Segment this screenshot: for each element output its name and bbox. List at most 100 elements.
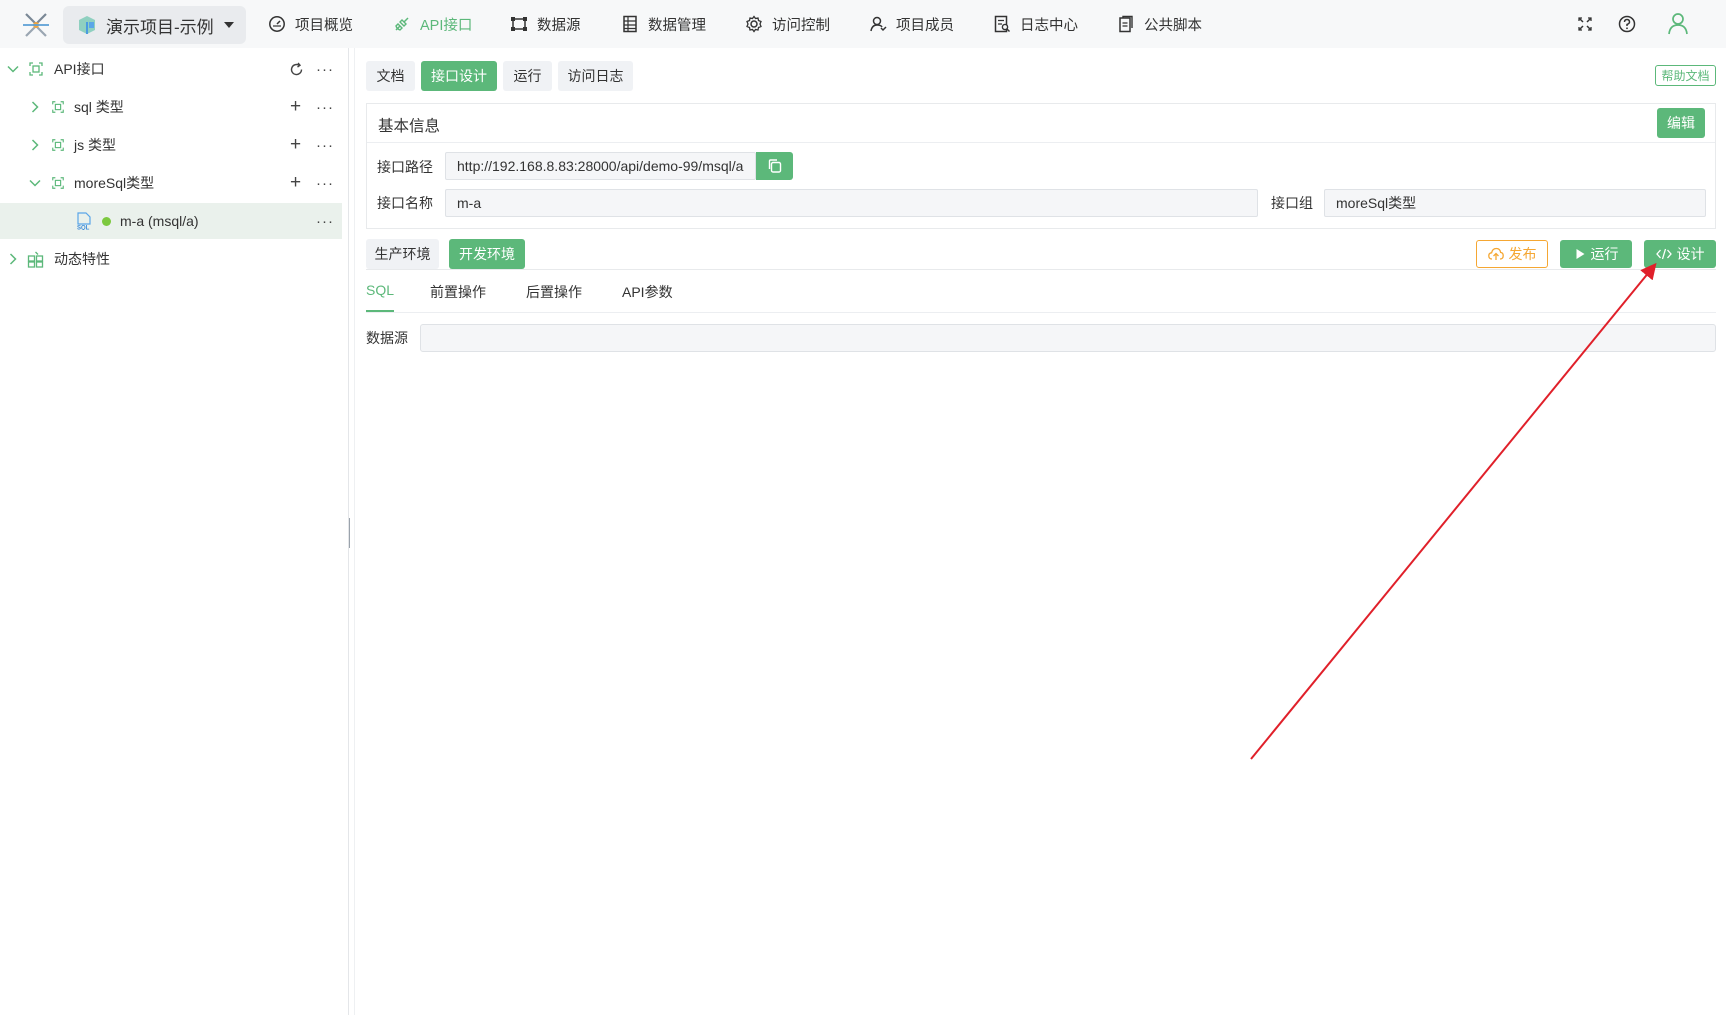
nav-data-management[interactable]: 数据管理	[621, 13, 706, 35]
subtab-sql[interactable]: SQL	[366, 282, 394, 298]
main-edge	[354, 48, 355, 1015]
project-selector[interactable]: 演示项目-示例	[63, 6, 246, 44]
subtab-divider	[366, 312, 1716, 313]
run-label: 运行	[1590, 246, 1619, 262]
nav-public-scripts[interactable]: 公共脚本	[1117, 13, 1202, 35]
subtab-pre-operation[interactable]: 前置操作	[430, 282, 486, 302]
chevron-right-icon[interactable]	[28, 138, 42, 152]
design-label: 设计	[1676, 246, 1705, 262]
more-options-icon[interactable]: ···	[316, 213, 334, 230]
nav-label: 项目成员	[896, 17, 954, 34]
add-icon[interactable]: +	[290, 134, 301, 156]
tree-item-js[interactable]: js 类型 + ···	[0, 127, 342, 163]
more-options-icon[interactable]: ···	[316, 175, 334, 192]
tree-label: moreSql类型	[74, 175, 155, 191]
nav-members[interactable]: 项目成员	[869, 13, 954, 35]
cloud-upload-icon	[1487, 247, 1504, 260]
status-dot	[102, 217, 111, 226]
copy-button[interactable]	[756, 152, 793, 180]
datasource-label: 数据源	[366, 330, 408, 346]
nav-label: 公共脚本	[1144, 17, 1202, 34]
chevron-right-icon[interactable]	[28, 100, 42, 114]
fullscreen-icon[interactable]	[1574, 13, 1596, 35]
tree-label: m-a (msql/a)	[120, 213, 199, 229]
nav-label: 日志中心	[1020, 17, 1078, 34]
name-label: 接口名称	[377, 195, 433, 211]
tree-label: sql 类型	[74, 99, 124, 115]
nav-label: 项目概览	[295, 17, 353, 34]
tree-root-api[interactable]: API接口 ···	[0, 51, 342, 87]
gear-icon	[746, 15, 762, 33]
publish-button[interactable]: 发布	[1476, 240, 1548, 268]
nav-overview[interactable]: 项目概览	[268, 13, 353, 35]
edit-button[interactable]: 编辑	[1657, 108, 1705, 138]
top-navigation-bar: 演示项目-示例 项目概览 API接口 数据源 数据管理 访问控制 项目成员 日志…	[0, 0, 1726, 48]
more-options-icon[interactable]: ···	[316, 137, 334, 154]
add-icon[interactable]: +	[290, 172, 301, 194]
nav-access-control[interactable]: 访问控制	[745, 13, 830, 35]
name-input[interactable]: m-a	[445, 189, 1258, 217]
script-icon	[1119, 15, 1133, 33]
app-logo-icon[interactable]	[20, 10, 52, 40]
publish-label: 发布	[1508, 246, 1537, 262]
chevron-right-icon[interactable]	[6, 252, 20, 266]
more-options-icon[interactable]: ···	[316, 61, 334, 78]
nav-label: 数据管理	[648, 17, 706, 34]
nav-datasource[interactable]: 数据源	[510, 13, 581, 35]
copy-icon	[768, 159, 781, 173]
chevron-down-icon[interactable]	[28, 176, 42, 190]
sql-file-icon: SQL	[77, 212, 91, 231]
code-icon	[1655, 248, 1672, 260]
tab-run[interactable]: 运行	[503, 61, 552, 91]
tree-label: js 类型	[74, 137, 116, 153]
card-title: 基本信息	[378, 118, 441, 135]
nav-log-center[interactable]: 日志中心	[993, 13, 1078, 35]
tab-production-env[interactable]: 生产环境	[366, 239, 439, 269]
api-group-icon	[52, 139, 64, 151]
members-icon	[870, 16, 887, 32]
path-label: 接口路径	[377, 159, 433, 175]
tab-development-env[interactable]: 开发环境	[449, 239, 525, 269]
chevron-down-icon[interactable]	[6, 62, 20, 76]
api-icon	[395, 17, 409, 31]
tree-item-m-a[interactable]: SQL m-a (msql/a) ···	[0, 203, 342, 239]
tree-item-sql[interactable]: sql 类型 + ···	[0, 89, 342, 125]
project-name: 演示项目-示例	[106, 17, 214, 37]
log-icon	[994, 15, 1010, 33]
env-divider	[366, 269, 1716, 270]
chevron-down-icon	[223, 22, 234, 28]
group-input[interactable]: moreSql类型	[1324, 189, 1706, 217]
api-group-icon	[52, 177, 64, 189]
tab-interface-design[interactable]: 接口设计	[421, 61, 497, 91]
path-input[interactable]: http://192.168.8.83:28000/api/demo-99/ms…	[445, 152, 756, 180]
tree-label: API接口	[54, 61, 105, 77]
datasource-select[interactable]	[420, 324, 1716, 352]
datasource-icon	[511, 17, 527, 31]
api-group-icon	[29, 62, 43, 76]
card-header: 基本信息 编辑	[367, 104, 1715, 143]
nav-label: 访问控制	[772, 17, 830, 34]
run-button[interactable]: 运行	[1560, 240, 1632, 268]
refresh-icon[interactable]	[289, 62, 304, 77]
subtab-api-params[interactable]: API参数	[622, 282, 673, 302]
tree-label: 动态特性	[54, 251, 110, 267]
dashboard-icon	[269, 16, 285, 32]
subtab-post-operation[interactable]: 后置操作	[526, 282, 582, 302]
project-icon	[79, 16, 95, 34]
add-icon[interactable]: +	[290, 96, 301, 118]
tab-access-log[interactable]: 访问日志	[558, 61, 633, 91]
design-button[interactable]: 设计	[1644, 240, 1716, 268]
more-options-icon[interactable]: ···	[316, 99, 334, 116]
play-icon	[1576, 249, 1584, 259]
help-icon[interactable]	[1616, 13, 1638, 35]
feature-grid-icon	[27, 251, 44, 268]
nav-api[interactable]: API接口	[393, 13, 472, 35]
tree-item-moresql[interactable]: moreSql类型 + ···	[0, 165, 342, 201]
tree-item-dynamic[interactable]: 动态特性	[0, 241, 342, 277]
user-avatar-icon[interactable]	[1665, 10, 1691, 36]
help-docs-button[interactable]: 帮助文档	[1655, 65, 1716, 86]
api-group-icon	[52, 101, 64, 113]
tab-docs[interactable]: 文档	[366, 61, 415, 91]
nav-label: 数据源	[537, 17, 581, 34]
svg-text:SQL: SQL	[77, 226, 90, 231]
